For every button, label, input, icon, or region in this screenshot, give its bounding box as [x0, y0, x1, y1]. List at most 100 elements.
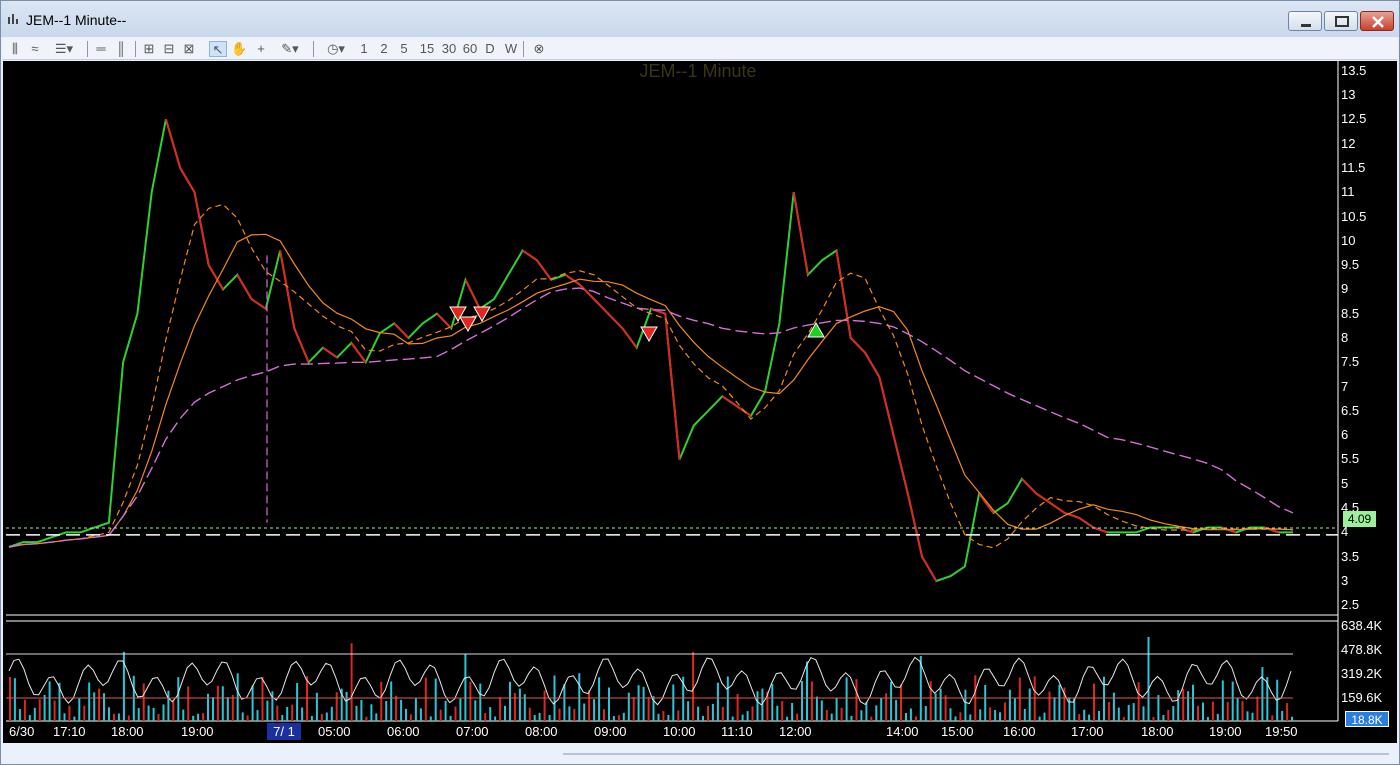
price-tick-label: 6: [1341, 427, 1349, 443]
price-down-segment: [664, 313, 681, 460]
price-tick-label: 3.5: [1341, 548, 1360, 564]
draw-pencil-icon[interactable]: ✎▾: [275, 41, 305, 57]
minimize-button[interactable]: [1288, 11, 1322, 31]
volume-bar: [43, 694, 46, 721]
volume-bar: [830, 713, 833, 721]
volume-bar: [964, 689, 967, 721]
interval-60-button[interactable]: 60: [460, 41, 480, 57]
volume-bar: [890, 681, 893, 721]
volume-bar: [276, 705, 279, 721]
volume-bar: [370, 704, 373, 721]
volume-bar: [18, 709, 21, 721]
volume-bar: [875, 705, 878, 721]
volume-bar: [612, 716, 615, 721]
volume-bar: [63, 713, 66, 721]
volume-bar: [622, 712, 625, 721]
scrollbar-thumb[interactable]: [563, 753, 1389, 755]
volume-bar: [405, 708, 407, 721]
volume-bar: [1182, 688, 1185, 721]
volume-bar: [924, 706, 927, 721]
maximize-button[interactable]: [1324, 11, 1358, 31]
vertical-line-icon[interactable]: ║: [113, 41, 129, 57]
volume-bar: [1152, 717, 1155, 721]
zoom-fit-icon[interactable]: ⊠: [181, 41, 197, 57]
close-button[interactable]: [1360, 11, 1394, 31]
time-tick-label: 16:00: [1003, 724, 1036, 739]
volume-bar: [954, 716, 957, 721]
interval-5-button[interactable]: 5: [397, 41, 411, 57]
time-tick-label: 19:00: [181, 724, 214, 739]
volume-bar: [306, 676, 308, 721]
volume-bar: [172, 699, 175, 721]
cancel-circle-icon[interactable]: ⊗: [531, 41, 547, 57]
volume-bar: [454, 706, 457, 721]
price-line: [8, 119, 1293, 583]
chart-style-dropdown-icon[interactable]: ☰▾: [49, 41, 79, 57]
line-chart-icon[interactable]: ≈: [27, 41, 43, 57]
bar-chart-icon[interactable]: ⫼: [7, 41, 23, 57]
volume-bar: [1038, 716, 1041, 721]
horizontal-scrollbar[interactable]: [3, 745, 1397, 763]
interval-clock-icon[interactable]: ◷▾: [321, 41, 351, 57]
volume-bar: [711, 703, 714, 721]
crosshair-icon[interactable]: +: [253, 41, 269, 57]
interval-2-button[interactable]: 2: [377, 41, 391, 57]
volume-tick-label: 638.4K: [1341, 618, 1383, 633]
title-bar[interactable]: JEM--1 Minute--: [1, 1, 1399, 37]
volume-bar: [192, 715, 195, 721]
interval-daily-button[interactable]: D: [483, 41, 497, 57]
volume-bar: [1192, 684, 1194, 721]
pointer-tool-icon[interactable]: ↖: [209, 41, 227, 57]
price-down-segment: [464, 279, 481, 310]
time-tick-label: 08:00: [525, 724, 558, 739]
volume-bar: [494, 716, 497, 721]
minimize-icon: [1301, 24, 1311, 27]
volume-bar: [315, 692, 318, 721]
chart-title: JEM--1 Minute: [639, 61, 757, 81]
price-down-segment: [179, 167, 196, 193]
volume-bar: [776, 705, 779, 721]
volume-bar: [721, 706, 724, 721]
volume-bar: [1013, 698, 1016, 721]
horizontal-line-icon[interactable]: ═: [93, 41, 109, 57]
price-tick-label: 5: [1341, 475, 1349, 491]
volume-bar: [573, 709, 576, 721]
volume-bar: [1286, 703, 1289, 721]
interval-30-button[interactable]: 30: [439, 41, 459, 57]
pan-hand-icon[interactable]: ✋: [231, 41, 247, 57]
volume-bar: [385, 701, 388, 721]
zoom-out-icon[interactable]: ⊟: [161, 41, 177, 57]
interval-weekly-button[interactable]: W: [504, 41, 518, 57]
volume-bar: [162, 704, 165, 721]
close-icon: [1372, 16, 1384, 28]
interval-15-button[interactable]: 15: [417, 41, 437, 57]
volume-bar: [1058, 684, 1061, 721]
price-tick-label: 12.5: [1341, 111, 1367, 127]
price-down-segment: [536, 259, 552, 281]
price-down-segment: [250, 298, 267, 310]
time-tick-label: 15:00: [941, 724, 974, 739]
volume-bar: [845, 677, 848, 721]
chart-area[interactable]: [3, 61, 1397, 743]
volume-bar: [731, 716, 734, 721]
volume-bar: [627, 692, 630, 721]
price-down-segment: [1035, 492, 1052, 505]
volume-bar: [281, 715, 284, 721]
volume-bar: [291, 704, 294, 721]
volume-bar: [1256, 696, 1259, 721]
price-tick-label: 13.5: [1341, 62, 1367, 78]
interval-1-button[interactable]: 1: [357, 41, 371, 57]
zoom-in-icon[interactable]: ⊞: [141, 41, 157, 57]
volume-bar: [489, 707, 492, 721]
volume-bar: [1083, 709, 1086, 721]
volume-bar: [1162, 715, 1165, 721]
window-title: JEM--1 Minute--: [26, 12, 127, 28]
volume-bar: [142, 683, 145, 721]
price-down-segment: [522, 249, 538, 262]
volume-bar: [806, 661, 808, 721]
volume-bar: [1202, 702, 1204, 721]
volume-bar: [127, 715, 130, 721]
volume-bar: [1216, 713, 1219, 721]
volume-bar: [38, 699, 41, 721]
time-tick-label: 09:00: [594, 724, 627, 739]
